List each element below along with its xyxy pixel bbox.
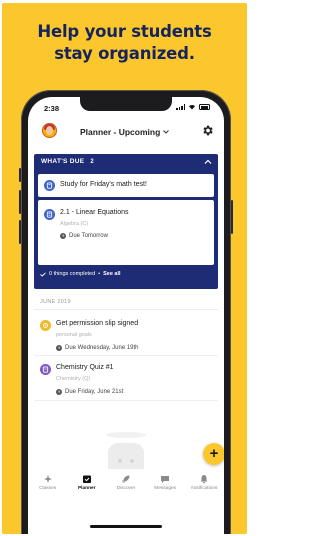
completed-count: 0 things completed [49,271,96,277]
task-title: Study for Friday's math test! [60,181,147,188]
headline-line-1: Help your students [37,22,212,41]
chevron-up-icon[interactable] [204,158,212,166]
goal-icon [40,320,51,331]
notifications-icon [200,475,208,484]
rocket-icon [121,475,130,483]
task-due-date: Due Tomorrow [60,233,108,239]
task-title: Chemistry Quiz #1 [56,364,114,371]
headline-line-2: stay organized. [54,44,195,63]
task-card[interactable]: 2.1 - Linear Equations Algebra (C) Due T… [38,200,214,265]
see-all-link[interactable]: See all [103,271,120,277]
task-class: Chemistry (Q) [56,376,91,382]
notebook-icon [44,180,55,191]
tab-label: Messages [154,486,177,491]
promo-background: Help your students stay organized. 2:38 [2,3,247,534]
whats-due-count-badge: 2 [90,158,95,165]
assignment-icon [44,209,55,220]
chevron-down-icon [163,130,170,134]
tab-label: Notifications [191,486,218,491]
home-indicator [90,525,162,528]
list-item[interactable]: Chemistry Quiz #1 Chemistry (Q) Due Frid… [34,356,218,414]
signal-icon [176,104,185,110]
quiz-icon [40,364,51,375]
phone-volume-down [19,220,21,244]
clock-icon [56,345,62,351]
phone-power-button [231,200,233,234]
battery-icon [199,104,210,110]
whats-due-panel: WHAT'S DUE 2 Study for Friday's math tes… [34,154,218,289]
footer-separator: • [98,271,101,277]
phone-side-button [19,168,21,182]
status-time: 2:38 [44,104,60,113]
phone-frame: 2:38 Planner - Upcoming WHAT'S DUE 2 Stu… [19,90,233,534]
task-due-date: Due Friday, June 21st [56,389,123,395]
clock-icon [56,389,62,395]
planner-icon [82,475,91,483]
page-title: Planner - Upcoming [80,127,161,137]
tab-label: Discover [116,486,136,491]
app-screen: 2:38 Planner - Upcoming WHAT'S DUE 2 Stu… [28,97,224,534]
avatar[interactable] [42,123,57,138]
task-card[interactable]: Study for Friday's math test! [38,174,214,197]
headline: Help your students stay organized. [2,21,247,65]
system-icons [176,104,210,110]
status-bar: 2:38 [28,97,224,119]
add-button[interactable]: + [203,443,224,465]
whats-due-header[interactable]: WHAT'S DUE 2 [41,158,96,165]
phone-volume-up [19,190,21,214]
tab-planner[interactable]: Planner [69,469,105,499]
bottom-tab-bar: Classes Planner Discover Messages Notifi… [28,469,224,499]
task-title: Get permission slip signed [56,320,139,327]
task-due-date: Due Wednesday, June 19th [56,345,139,351]
tab-label: Planner [77,486,96,491]
messages-icon [161,476,170,483]
whats-due-footer: 0 things completed • See all [40,271,121,277]
check-icon [40,271,46,277]
tab-messages[interactable]: Messages [147,469,183,499]
tab-discover[interactable]: Discover [108,469,144,499]
task-title: 2.1 - Linear Equations [60,209,129,216]
month-section-label: JUNE 2019 [40,299,71,305]
task-class: personal goals [56,332,92,338]
whats-due-label: WHAT'S DUE [41,158,85,165]
divider [34,400,218,401]
task-class: Algebra (C) [60,221,89,227]
top-bar: Planner - Upcoming [28,119,224,145]
gear-icon[interactable] [201,124,214,137]
tab-notifications[interactable]: Notifications [186,469,222,499]
tab-classes[interactable]: Classes [30,469,66,499]
classes-icon [43,475,52,483]
wifi-icon [189,105,195,110]
clock-icon [60,233,66,239]
tab-label: Classes [39,486,57,491]
planner-view-dropdown[interactable]: Planner - Upcoming [80,127,170,137]
